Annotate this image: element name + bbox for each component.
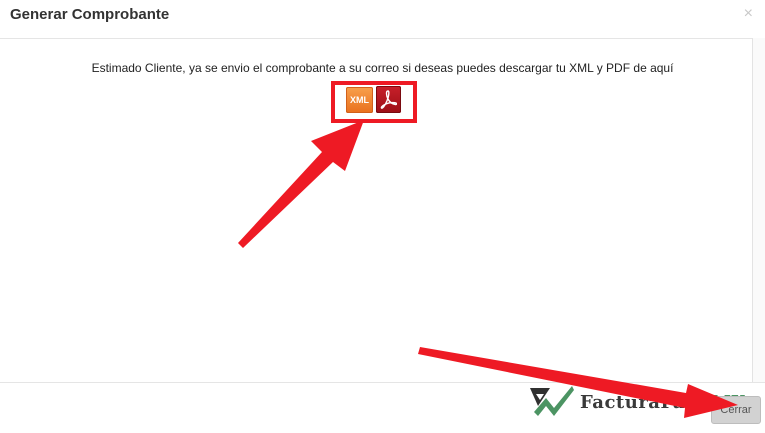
close-button[interactable]: Cerrar (711, 396, 761, 424)
brand-name: FacturaFacil (580, 392, 712, 413)
xml-download-icon[interactable]: XML (346, 87, 373, 113)
modal-header: Generar Comprobante × (0, 0, 765, 39)
download-message: Estimado Cliente, ya se envio el comprob… (91, 61, 674, 75)
arrow-to-download-icons (238, 120, 364, 248)
xml-icon-label: XML (350, 95, 369, 105)
close-icon[interactable]: × (744, 4, 753, 24)
acrobat-glyph (380, 90, 397, 109)
modal-title: Generar Comprobante (10, 6, 170, 23)
annotation-highlight-box (331, 81, 417, 123)
brand-logo-icon (530, 386, 574, 416)
facturafacil-watermark: FacturaFacilMX (528, 382, 745, 422)
modal-scrollbar[interactable] (752, 38, 765, 382)
pdf-download-icon[interactable] (376, 86, 401, 113)
